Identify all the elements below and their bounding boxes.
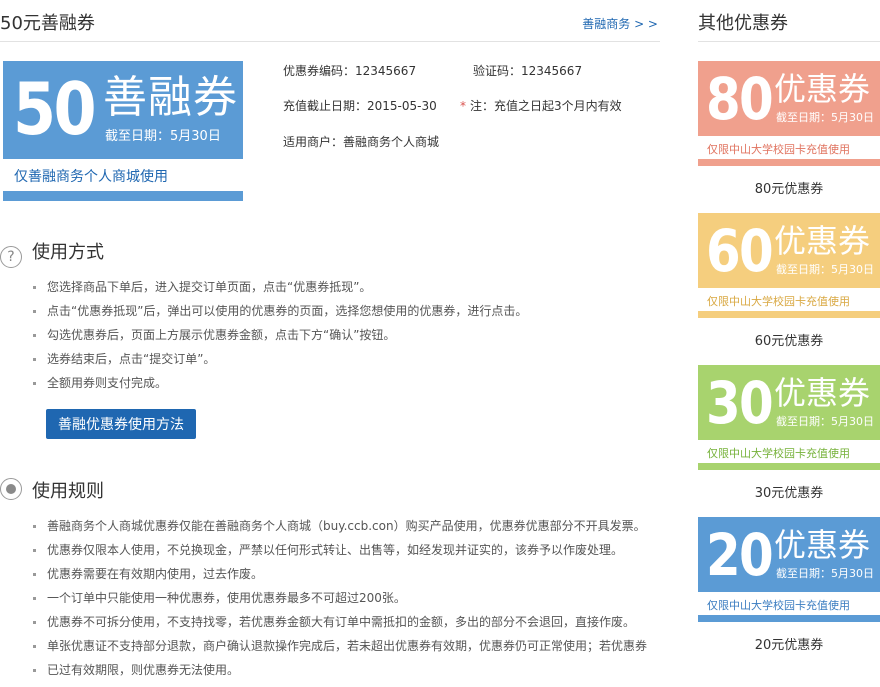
usage-method-button[interactable]: 善融优惠券使用方法 (46, 409, 196, 439)
coupon-card-60[interactable]: 60 优惠券 截至日期：5月30日 仅限中山大学校园卡充值使用 (698, 213, 880, 319)
shanrong-link[interactable]: 善融商务 > > (582, 15, 658, 32)
list-item: 已过有效期限，则优惠券无法使用。 (33, 658, 647, 682)
verify-code: 验证码：12345667 (473, 64, 583, 78)
coupon-caption[interactable]: 60元优惠券 (698, 330, 880, 349)
usage-section-title: ? 使用方式 (0, 238, 104, 268)
coupon-caption[interactable]: 20元优惠券 (698, 634, 880, 653)
coupon-note: 仅限中山大学校园卡充值使用 (707, 599, 850, 612)
coupon-amount: 50 (13, 67, 97, 151)
rules-title: 使用规则 (32, 481, 104, 502)
rules-list: 善融商务个人商城优惠券仅能在善融商务个人商城（buy.ccb.con）购买产品使… (33, 514, 647, 682)
coupon-note: 仅限中山大学校园卡充值使用 (707, 143, 850, 156)
coupon-note: 仅限中山大学校园卡充值使用 (707, 447, 850, 460)
question-icon: ? (0, 246, 22, 268)
remark-text: 注：充值之日起3个月内有效 (470, 99, 622, 113)
coupon-name: 善融券 (103, 72, 238, 123)
list-item: 善融商务个人商城优惠券仅能在善融商务个人商城（buy.ccb.con）购买产品使… (33, 514, 647, 538)
usage-list: 您选择商品下单后，进入提交订单页面，点击“优惠券抵现”。 点击“优惠券抵现”后，… (33, 275, 527, 395)
list-item: 全额用券则支付完成。 (33, 371, 527, 395)
asterisk-icon: * (460, 99, 466, 113)
coupon-name: 优惠券 (774, 70, 871, 108)
page-header: 50元善融券 善融商务 > > (0, 0, 660, 42)
coupon-bar (698, 615, 880, 622)
coupon-expiry: 截至日期：5月30日 (776, 567, 874, 580)
coupon-amount: 80 (706, 65, 774, 133)
coupon-name: 优惠券 (774, 222, 871, 260)
validity-remark: * 注：充值之日起3个月内有效 (460, 97, 622, 114)
coupon-amount: 60 (706, 217, 774, 285)
sidebar-title: 其他优惠券 (698, 13, 788, 34)
coupon-bar (3, 191, 243, 201)
coupon-caption[interactable]: 30元优惠券 (698, 482, 880, 501)
coupon-amount: 30 (706, 369, 774, 437)
list-item: 单张优惠证不支持部分退款，商户确认退款操作完成后，若未超出优惠券有效期，优惠券仍… (33, 634, 647, 658)
applicable-merchant: 适用商户：善融商务个人商城 (283, 135, 440, 149)
rules-section-title: 使用规则 (0, 477, 104, 503)
coupon-card-30[interactable]: 30 优惠券 截至日期：5月30日 仅限中山大学校园卡充值使用 (698, 365, 880, 471)
coupon-bar (698, 311, 880, 318)
coupon-code: 优惠券编码：12345667 (283, 64, 417, 78)
list-item: 勾选优惠券后，页面上方展示优惠券金额，点击下方“确认”按钮。 (33, 323, 527, 347)
list-item: 优惠券仅限本人使用，不兑换现金，严禁以任何形式转让、出售等，如经发现并证实的，该… (33, 538, 647, 562)
list-item: 一个订单中只能使用一种优惠券，使用优惠券最多不可超过200张。 (33, 586, 647, 610)
coupon-name: 优惠券 (774, 374, 871, 412)
coupon-expiry: 截至日期：5月30日 (776, 111, 874, 124)
sidebar-header: 其他优惠券 (698, 0, 880, 42)
coupon-expiry: 截至日期：5月30日 (105, 129, 221, 144)
usage-title: 使用方式 (32, 242, 104, 263)
coupon-bar (698, 463, 880, 470)
coupon-card-80[interactable]: 80 优惠券 截至日期：5月30日 仅限中山大学校园卡充值使用 (698, 61, 880, 167)
coupon-expiry: 截至日期：5月30日 (776, 415, 874, 428)
coupon-expiry: 截至日期：5月30日 (776, 263, 874, 276)
list-item: 选券结束后，点击“提交订单”。 (33, 347, 527, 371)
list-item: 优惠券不可拆分使用，不支持找零，若优惠券金额大有订单中需抵扣的金额，多出的部分不… (33, 610, 647, 634)
coupon-card: 50 善融券 截至日期：5月30日 仅善融商务个人商城使用 (3, 61, 243, 201)
recharge-deadline: 充值截止日期：2015-05-30 (283, 99, 437, 113)
coupon-name: 优惠券 (774, 526, 871, 564)
list-item: 点击“优惠券抵现”后，弹出可以使用的优惠券的页面，选择您想使用的优惠券，进行点击… (33, 299, 527, 323)
coupon-note: 仅善融商务个人商城使用 (14, 169, 168, 185)
list-item: 优惠券需要在有效期内使用，过去作废。 (33, 562, 647, 586)
coupon-bar (698, 159, 880, 166)
list-item: 您选择商品下单后，进入提交订单页面，点击“优惠券抵现”。 (33, 275, 527, 299)
page-title: 50元善融券 (0, 13, 95, 34)
coupon-note: 仅限中山大学校园卡充值使用 (707, 295, 850, 308)
coupon-card-20[interactable]: 20 优惠券 截至日期：5月30日 仅限中山大学校园卡充值使用 (698, 517, 880, 623)
coupon-amount: 20 (706, 521, 774, 589)
coupon-caption[interactable]: 80元优惠券 (698, 178, 880, 197)
radio-dot-icon (0, 478, 22, 500)
